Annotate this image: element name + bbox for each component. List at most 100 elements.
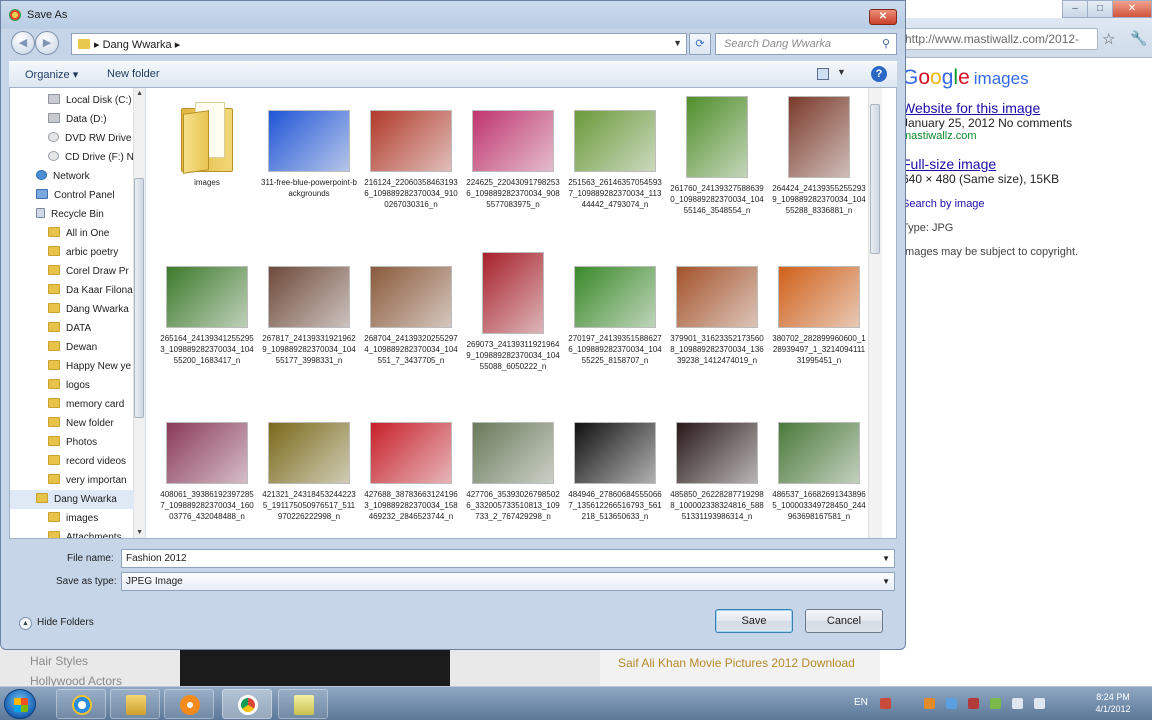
taskbar-ie-button[interactable] xyxy=(56,689,106,719)
taskbar-notes-button[interactable] xyxy=(278,689,328,719)
taskbar-media-button[interactable] xyxy=(164,689,214,719)
nav-item[interactable]: Network xyxy=(10,167,134,186)
new-folder-button[interactable]: New folder xyxy=(107,68,160,80)
nav-item[interactable]: DVD RW Drive xyxy=(10,129,134,148)
chevron-down-icon[interactable]: ▼ xyxy=(882,573,890,590)
file-item[interactable]: 270197_241393515886276_109889282370034_1… xyxy=(567,252,663,366)
nav-item[interactable]: Corel Draw Pr xyxy=(10,262,134,281)
breadcrumb[interactable]: ▸ Dang Wwarka ▸ xyxy=(94,38,180,51)
volume-icon[interactable] xyxy=(1034,698,1045,709)
scroll-up-icon[interactable]: ▲ xyxy=(136,90,143,97)
nav-item[interactable]: All in One xyxy=(10,224,134,243)
folder-item[interactable]: images xyxy=(159,96,255,188)
help-icon[interactable]: ? xyxy=(871,66,887,82)
nav-item[interactable]: Recycle Bin xyxy=(10,205,134,224)
nav-item[interactable]: Dang Wwarka xyxy=(10,300,134,319)
refresh-button[interactable]: ⟳ xyxy=(689,33,711,55)
nav-item[interactable]: arbic poetry xyxy=(10,243,134,262)
nav-item[interactable]: Attachments_ xyxy=(10,528,134,538)
nav-item[interactable]: images xyxy=(10,509,134,528)
forward-button[interactable]: ▶ xyxy=(35,31,59,55)
file-item[interactable]: 427706_353930267985026_332005733510813_1… xyxy=(465,408,561,522)
nav-item[interactable]: Dang Wwarka xyxy=(10,490,134,509)
dialog-close-button[interactable]: ✕ xyxy=(869,9,897,25)
close-button[interactable]: ✕ xyxy=(1112,0,1152,18)
maximize-button[interactable]: □ xyxy=(1087,0,1113,18)
nav-item[interactable]: Da Kaar Filona xyxy=(10,281,134,300)
nav-item[interactable]: memory card xyxy=(10,395,134,414)
scroll-down-icon[interactable]: ▼ xyxy=(136,529,143,536)
clock[interactable]: 8:24 PM 4/1/2012 xyxy=(1088,691,1138,715)
file-item[interactable]: 269073_241393119219649_109889282370034_1… xyxy=(465,252,561,372)
tray-app-icon[interactable] xyxy=(990,698,1001,709)
tray-app-icon[interactable] xyxy=(968,698,979,709)
nav-item[interactable]: record videos xyxy=(10,452,134,471)
cancel-button[interactable]: Cancel xyxy=(805,609,883,633)
file-item[interactable]: 486537_166826913438965_100003349728450_2… xyxy=(771,408,867,522)
nav-item[interactable]: New folder xyxy=(10,414,134,433)
start-button[interactable] xyxy=(4,689,36,719)
website-link[interactable]: Website for this image xyxy=(902,100,1152,116)
file-item[interactable]: 421321_243184532442235_191175050976517_5… xyxy=(261,408,357,522)
file-item[interactable]: 380702_282899960600_128939497_1_32140941… xyxy=(771,252,867,366)
back-button[interactable]: ◀ xyxy=(11,31,35,55)
url-bar[interactable]: http://www.mastiwallz.com/2012- xyxy=(898,28,1098,50)
file-item[interactable]: 261760_241393275886390_109889282370034_1… xyxy=(669,96,765,216)
address-bar[interactable]: ▸ Dang Wwarka ▸ ▼ xyxy=(71,33,687,55)
file-item[interactable]: 268704_241393202552974_109889282370034_1… xyxy=(363,252,459,366)
file-name-field[interactable]: Fashion 2012 ▼ xyxy=(121,549,895,568)
file-item[interactable]: 224625_220430917982536_109889282370034_9… xyxy=(465,96,561,210)
nav-item[interactable]: Data (D:) xyxy=(10,110,134,129)
site-url: mastiwallz.com xyxy=(902,130,977,142)
search-input[interactable]: Search Dang Wwarka ⚲ xyxy=(715,33,897,55)
file-item[interactable]: 216124_220603584631936_109889282370034_9… xyxy=(363,96,459,210)
save-type-select[interactable]: JPEG Image ▼ xyxy=(121,572,895,591)
background-link[interactable]: Saif Ali Khan Movie Pictures 2012 Downlo… xyxy=(618,656,855,670)
nav-item[interactable]: CD Drive (F:) N xyxy=(10,148,134,167)
file-list-scrollbar[interactable] xyxy=(868,88,882,538)
file-item[interactable]: 427688_387836631241963_109889282370034_1… xyxy=(363,408,459,522)
save-button[interactable]: Save xyxy=(715,609,793,633)
nav-item[interactable]: Happy New ye xyxy=(10,357,134,376)
taskbar-chrome-button[interactable] xyxy=(222,689,272,719)
file-item[interactable]: 484946_278606845550667_135612266516793_5… xyxy=(567,408,663,522)
bookmark-star-icon[interactable]: ☆ xyxy=(1102,30,1115,48)
taskbar-explorer-button[interactable] xyxy=(110,689,160,719)
search-icon[interactable]: ⚲ xyxy=(882,34,890,54)
fullsize-link[interactable]: Full-size image xyxy=(902,156,1152,172)
nav-item[interactable]: Local Disk (C:) xyxy=(10,91,134,110)
file-item[interactable]: 251563_261463570545937_109889282370034_1… xyxy=(567,96,663,210)
organize-button[interactable]: Organize ▾ xyxy=(25,68,78,81)
file-item[interactable]: 264424_241393552552939_109889282370034_1… xyxy=(771,96,867,216)
file-item[interactable]: 379901_316233521735608_109889282370034_1… xyxy=(669,252,765,366)
background-link[interactable]: Hair Styles xyxy=(30,654,88,668)
file-item[interactable]: 267817_241393319219629_109889282370034_1… xyxy=(261,252,357,366)
search-by-image-link[interactable]: Search by image xyxy=(902,198,1152,210)
chevron-down-icon[interactable]: ▼ xyxy=(673,38,682,48)
nav-item[interactable]: DATA xyxy=(10,319,134,338)
nav-scroll-thumb[interactable] xyxy=(134,178,144,418)
file-item[interactable]: 485850_262282877192988_100002338324816_5… xyxy=(669,408,765,522)
nav-item[interactable]: Photos xyxy=(10,433,134,452)
wrench-icon[interactable]: 🔧 xyxy=(1130,30,1147,47)
nav-item[interactable]: Dewan xyxy=(10,338,134,357)
nav-scrollbar[interactable]: ▲ ▼ xyxy=(133,88,145,538)
nav-item[interactable]: very importan xyxy=(10,471,134,490)
nav-item[interactable]: logos xyxy=(10,376,134,395)
tray-app-icon[interactable] xyxy=(880,698,891,709)
chevron-down-icon[interactable]: ▼ xyxy=(837,67,846,77)
tray-app-icon[interactable] xyxy=(924,698,935,709)
file-item[interactable]: 408061_393861923972857_109889282370034_1… xyxy=(159,408,255,522)
chevron-down-icon[interactable]: ▼ xyxy=(882,550,890,567)
folder-icon xyxy=(48,303,60,313)
view-options-icon[interactable] xyxy=(817,68,829,80)
minimize-button[interactable]: – xyxy=(1062,0,1088,18)
file-item[interactable]: 311-free-blue-powerpoint-backgrounds xyxy=(261,96,357,199)
nav-item[interactable]: Control Panel xyxy=(10,186,134,205)
file-list-scroll-thumb[interactable] xyxy=(870,104,880,254)
file-item[interactable]: 265164_241393412552953_109889282370034_1… xyxy=(159,252,255,366)
tray-app-icon[interactable] xyxy=(946,698,957,709)
network-icon[interactable] xyxy=(1012,698,1023,709)
language-indicator[interactable]: EN xyxy=(854,697,868,708)
hide-folders-button[interactable]: ▲ Hide Folders xyxy=(19,617,94,630)
